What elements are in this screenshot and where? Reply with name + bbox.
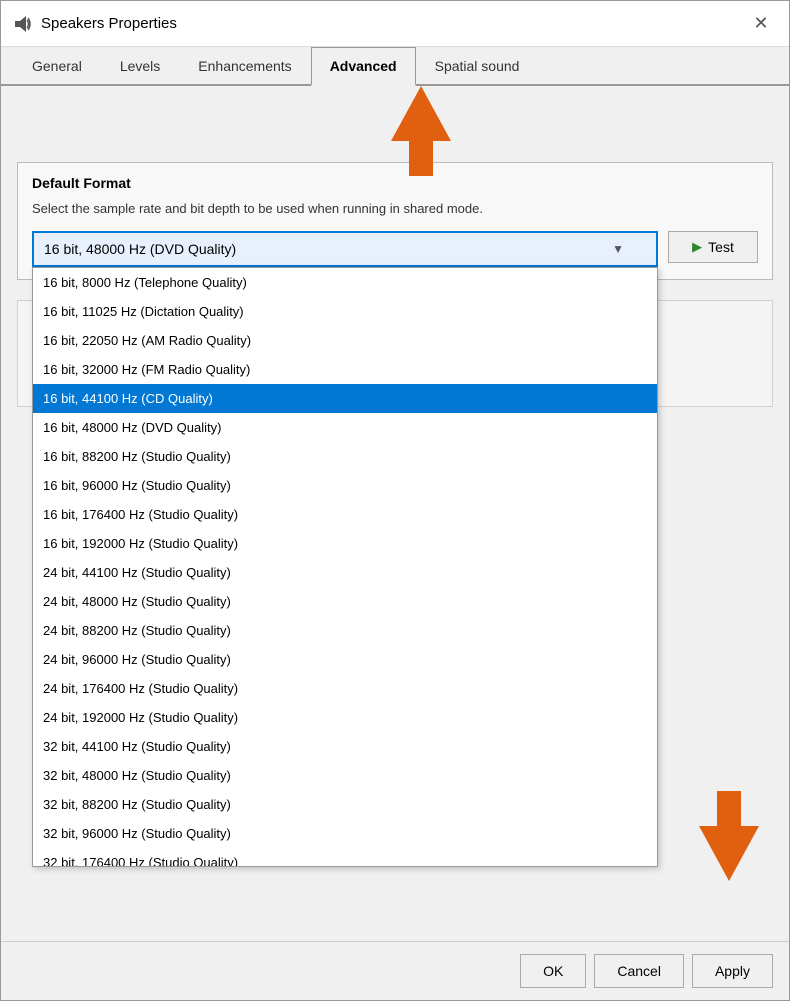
dropdown-item[interactable]: 32 bit, 48000 Hz (Studio Quality)	[33, 761, 657, 790]
bottom-buttons: OK Cancel Apply	[1, 941, 789, 1000]
dropdown-item[interactable]: 24 bit, 176400 Hz (Studio Quality)	[33, 674, 657, 703]
tab-levels[interactable]: Levels	[101, 47, 179, 86]
dropdown-item[interactable]: 16 bit, 96000 Hz (Studio Quality)	[33, 471, 657, 500]
dropdown-item[interactable]: 16 bit, 48000 Hz (DVD Quality)	[33, 413, 657, 442]
dropdown-item[interactable]: 24 bit, 192000 Hz (Studio Quality)	[33, 703, 657, 732]
dropdown-item[interactable]: 16 bit, 88200 Hz (Studio Quality)	[33, 442, 657, 471]
tab-enhancements[interactable]: Enhancements	[179, 47, 310, 86]
speakers-properties-window: Speakers Properties ✕ General Levels Enh…	[0, 0, 790, 1001]
arrow-down-annotation	[689, 791, 769, 881]
window-title: Speakers Properties	[41, 15, 177, 32]
format-row: 16 bit, 48000 Hz (DVD Quality) ▼ 16 bit,…	[32, 231, 758, 267]
dropdown-item[interactable]: 32 bit, 88200 Hz (Studio Quality)	[33, 790, 657, 819]
dropdown-item[interactable]: 24 bit, 44100 Hz (Studio Quality)	[33, 558, 657, 587]
tabs-bar: General Levels Enhancements Advanced Spa…	[1, 47, 789, 86]
apply-button[interactable]: Apply	[692, 954, 773, 988]
format-dropdown-selected[interactable]: 16 bit, 48000 Hz (DVD Quality) ▼	[32, 231, 658, 267]
dropdown-item[interactable]: 16 bit, 192000 Hz (Studio Quality)	[33, 529, 657, 558]
tab-spatial-sound[interactable]: Spatial sound	[416, 47, 539, 86]
close-button[interactable]: ✕	[745, 8, 777, 40]
content-area: tecn Default Format Select the sample ra…	[1, 86, 789, 941]
test-button[interactable]: ▶ Test	[668, 231, 758, 263]
dropdown-item[interactable]: 32 bit, 176400 Hz (Studio Quality)	[33, 848, 657, 867]
cancel-button[interactable]: Cancel	[594, 954, 684, 988]
dropdown-arrow-icon: ▼	[612, 242, 624, 256]
tab-general[interactable]: General	[13, 47, 101, 86]
dropdown-item[interactable]: 16 bit, 8000 Hz (Telephone Quality)	[33, 268, 657, 297]
title-bar-left: Speakers Properties	[13, 14, 177, 34]
dropdown-item[interactable]: 16 bit, 11025 Hz (Dictation Quality)	[33, 297, 657, 326]
format-dropdown-list[interactable]: 16 bit, 8000 Hz (Telephone Quality)16 bi…	[32, 267, 658, 867]
tab-advanced[interactable]: Advanced	[311, 47, 416, 86]
dropdown-item[interactable]: 16 bit, 176400 Hz (Studio Quality)	[33, 500, 657, 529]
default-format-description: Select the sample rate and bit depth to …	[32, 199, 758, 219]
dropdown-item[interactable]: 16 bit, 22050 Hz (AM Radio Quality)	[33, 326, 657, 355]
dropdown-item[interactable]: 32 bit, 44100 Hz (Studio Quality)	[33, 732, 657, 761]
speaker-icon	[13, 14, 33, 34]
dropdown-item[interactable]: 24 bit, 96000 Hz (Studio Quality)	[33, 645, 657, 674]
default-format-title: Default Format	[32, 175, 758, 191]
dropdown-item[interactable]: 24 bit, 88200 Hz (Studio Quality)	[33, 616, 657, 645]
dropdown-item[interactable]: 32 bit, 96000 Hz (Studio Quality)	[33, 819, 657, 848]
title-bar: Speakers Properties ✕	[1, 1, 789, 47]
selected-format-label: 16 bit, 48000 Hz (DVD Quality)	[44, 241, 236, 257]
default-format-section: Default Format Select the sample rate an…	[17, 162, 773, 280]
dropdown-item[interactable]: 16 bit, 32000 Hz (FM Radio Quality)	[33, 355, 657, 384]
dropdown-item[interactable]: 24 bit, 48000 Hz (Studio Quality)	[33, 587, 657, 616]
format-dropdown-container: 16 bit, 48000 Hz (DVD Quality) ▼ 16 bit,…	[32, 231, 658, 267]
test-button-label: Test	[708, 239, 734, 255]
play-icon: ▶	[692, 239, 702, 255]
ok-button[interactable]: OK	[520, 954, 586, 988]
dropdown-item[interactable]: 16 bit, 44100 Hz (CD Quality)	[33, 384, 657, 413]
